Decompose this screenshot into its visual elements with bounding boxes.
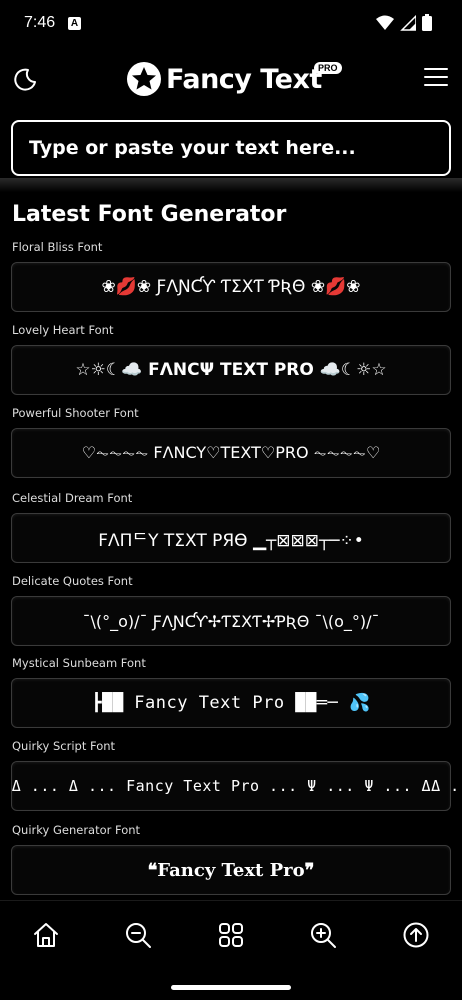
font-sample: ❝Fancy Text Pro❞	[147, 859, 315, 881]
font-label: Celestial Dream Font	[12, 491, 133, 505]
font-card[interactable]: ┣██ Fancy Text Pro ██═─ 💦	[11, 678, 451, 728]
font-card[interactable]: FΛΠᄃY TΣXT PЯӨ ▁┬⊠⊠⊠┬─⁘•	[11, 513, 451, 563]
section-title: Latest Font Generator	[12, 202, 287, 227]
font-label: Floral Bliss Font	[12, 240, 103, 254]
font-sample: ♡⏦⏦⏦⏦ FΛNCY♡TEXT♡PRO ⏦⏦⏦⏦♡	[81, 443, 381, 462]
font-label: Powerful Shooter Font	[12, 406, 139, 420]
grid-icon[interactable]	[217, 921, 245, 949]
font-sample: Ψ ... Δ ... Δ ... Fancy Text Pro ... Ψ .…	[0, 777, 462, 795]
font-card[interactable]: ❀💋❀ ƑΛƝƇƳ ƬΣXƬ ƤƦΘ ❀💋❀	[11, 262, 451, 312]
wifi-icon	[376, 15, 394, 30]
home-icon[interactable]	[32, 921, 60, 949]
battery-icon	[422, 14, 432, 31]
font-card[interactable]: ❝Fancy Text Pro❞	[11, 845, 451, 895]
font-label: Quirky Generator Font	[12, 823, 141, 837]
font-label: Mystical Sunbeam Font	[12, 656, 146, 670]
star-logo-icon	[127, 62, 161, 96]
font-sample: ❀💋❀ ƑΛƝƇƳ ƬΣXƬ ƤƦΘ ❀💋❀	[101, 277, 361, 297]
text-input-container	[11, 120, 451, 176]
menu-line	[424, 76, 448, 78]
font-sample: ☆☼☾☁️ FΛNCΨ TEXT PRO ☁️☾☼☆	[75, 360, 387, 380]
pro-badge: PRO	[314, 62, 342, 74]
app-title: Fancy Text	[166, 63, 322, 95]
zoom-in-icon[interactable]	[309, 921, 337, 949]
gesture-bar	[171, 985, 291, 990]
app-header: Fancy Text PRO	[0, 48, 462, 110]
font-label: Delicate Quotes Font	[12, 574, 133, 588]
bottom-nav	[0, 900, 462, 1000]
status-icons	[376, 14, 432, 31]
font-label: Quirky Script Font	[12, 739, 116, 753]
font-card[interactable]: ☆☼☾☁️ FΛNCΨ TEXT PRO ☁️☾☼☆	[11, 345, 451, 395]
menu-line	[424, 68, 448, 70]
font-card[interactable]: Ψ ... Δ ... Δ ... Fancy Text Pro ... Ψ .…	[0, 761, 462, 811]
app-logo: Fancy Text PRO	[126, 56, 342, 102]
font-card[interactable]: ¯\(°_o)/¯ ƑΛƝƇƳ✢ƬΣXƬ✢ƤƦΘ ¯\(o_°)/¯	[11, 596, 451, 646]
font-sample: FΛΠᄃY TΣXT PЯӨ ▁┬⊠⊠⊠┬─⁘•	[98, 530, 364, 551]
font-label: Lovely Heart Font	[12, 323, 114, 337]
signal-icon	[400, 14, 416, 31]
font-card[interactable]: ♡⏦⏦⏦⏦ FΛNCY♡TEXT♡PRO ⏦⏦⏦⏦♡	[11, 428, 451, 478]
zoom-out-icon[interactable]	[124, 921, 152, 949]
text-input[interactable]	[13, 122, 449, 174]
arrow-up-circle-icon[interactable]	[402, 921, 430, 949]
status-time: 7:46	[24, 14, 56, 31]
font-list: Floral Bliss Font ❀💋❀ ƑΛƝƇƳ ƬΣXƬ ƤƦΘ ❀💋❀…	[0, 240, 462, 900]
menu-line	[424, 84, 448, 86]
menu-icon[interactable]	[424, 68, 448, 88]
font-sample: ┣██ Fancy Text Pro ██═─ 💦	[91, 693, 371, 713]
status-bar: 7:46 A	[0, 0, 462, 48]
notification-icon: A	[68, 17, 81, 30]
input-divider	[0, 178, 462, 192]
moon-icon[interactable]	[12, 66, 38, 92]
font-sample: ¯\(°_o)/¯ ƑΛƝƇƳ✢ƬΣXƬ✢ƤƦΘ ¯\(o_°)/¯	[82, 611, 380, 631]
